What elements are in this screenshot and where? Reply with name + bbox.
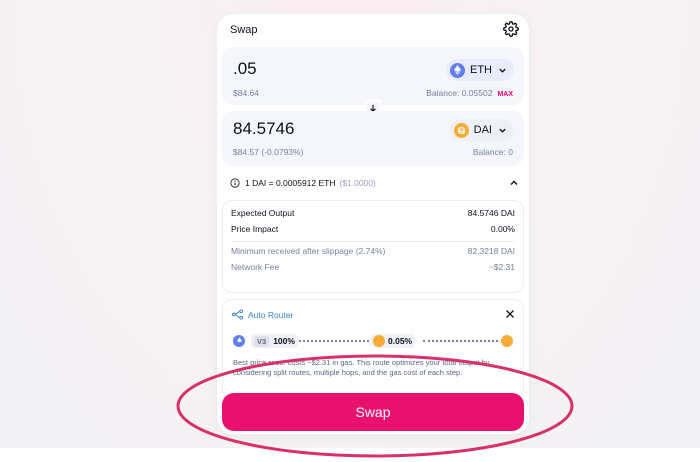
- exchange-rate-usd: ($1.0000): [339, 178, 376, 188]
- input-token-selector[interactable]: ETH: [446, 59, 514, 81]
- output-balance: Balance: 0: [472, 147, 513, 157]
- route-pool-pill: V3 100%: [251, 334, 298, 348]
- input-usd-value: $84.64: [233, 88, 259, 98]
- details-value: 84.5746 DAI: [467, 208, 515, 218]
- details-row: Expected Output 84.5746 DAI: [231, 208, 515, 218]
- details-row: Minimum received after slippage (2.74%) …: [231, 246, 515, 256]
- chevron-down-icon: [499, 68, 506, 73]
- details-label: Expected Output: [231, 208, 295, 218]
- page-footer-band: [0, 448, 700, 462]
- dai-icon: [501, 335, 513, 347]
- auto-router-header: Auto Router: [232, 309, 293, 320]
- protocol-version-badge: V3: [254, 335, 270, 347]
- input-token-symbol: ETH: [470, 64, 492, 76]
- swap-card: Swap .05 ETH $84.64 Balance: 0.05502 MAX …: [217, 14, 529, 434]
- input-amount-field[interactable]: .05: [233, 59, 257, 79]
- max-button[interactable]: MAX: [497, 91, 513, 98]
- auto-router-panel: Auto Router V3 100% 0.05% Best price rou…: [222, 299, 524, 399]
- route-split-percent: 100%: [273, 336, 295, 346]
- trade-details: Expected Output 84.5746 DAI Price Impact…: [222, 200, 524, 293]
- route-diagram: V3 100% 0.05%: [233, 334, 515, 348]
- details-row: Network Fee ~$2.31: [231, 262, 515, 272]
- route-fee-tier: 0.05%: [388, 336, 413, 346]
- input-panel: .05 ETH $84.64 Balance: 0.05502 MAX: [222, 47, 524, 105]
- details-row: Price Impact 0.00%: [231, 224, 515, 234]
- swap-button[interactable]: Swap: [222, 393, 524, 431]
- dai-icon: [373, 335, 385, 347]
- route-description: Best price route costs ~$2.31 in gas. Th…: [233, 358, 490, 377]
- info-icon: [230, 178, 240, 188]
- auto-router-title: Auto Router: [248, 309, 294, 320]
- eth-icon: [233, 335, 245, 347]
- divider: [231, 241, 515, 242]
- gear-icon[interactable]: [503, 21, 519, 37]
- output-token-selector[interactable]: DAI: [449, 119, 514, 141]
- details-label: Network Fee: [231, 262, 280, 272]
- route-dots: [423, 340, 498, 342]
- page-title: Swap: [230, 24, 258, 36]
- route-dots: [299, 340, 369, 342]
- output-token-symbol: DAI: [473, 124, 492, 136]
- eth-icon: [450, 62, 465, 78]
- output-amount-field[interactable]: 84.5746: [233, 119, 294, 139]
- chevron-up-icon[interactable]: [509, 178, 519, 188]
- exchange-rate: 1 DAI = 0.0005912 ETH: [245, 178, 336, 188]
- dai-icon: [453, 122, 469, 138]
- router-icon: [232, 309, 243, 320]
- details-label: Price Impact: [231, 224, 279, 234]
- details-value: ~$2.31: [488, 262, 515, 272]
- details-value: 0.00%: [490, 224, 515, 234]
- details-label: Minimum received after slippage (2.74%): [231, 246, 386, 256]
- chevron-down-icon: [499, 128, 506, 133]
- exchange-rate-row[interactable]: 1 DAI = 0.0005912 ETH ($1.0000): [222, 173, 524, 193]
- output-panel: 84.5746 DAI $84.57 (-0.0793%) Balance: 0: [222, 111, 524, 166]
- route-fee-pill: 0.05%: [371, 334, 416, 348]
- details-value: 82.3218 DAI: [467, 246, 515, 256]
- output-usd-value: $84.57 (-0.0793%): [233, 147, 304, 157]
- input-balance: Balance: 0.05502 MAX: [426, 88, 513, 98]
- close-icon[interactable]: [505, 309, 515, 319]
